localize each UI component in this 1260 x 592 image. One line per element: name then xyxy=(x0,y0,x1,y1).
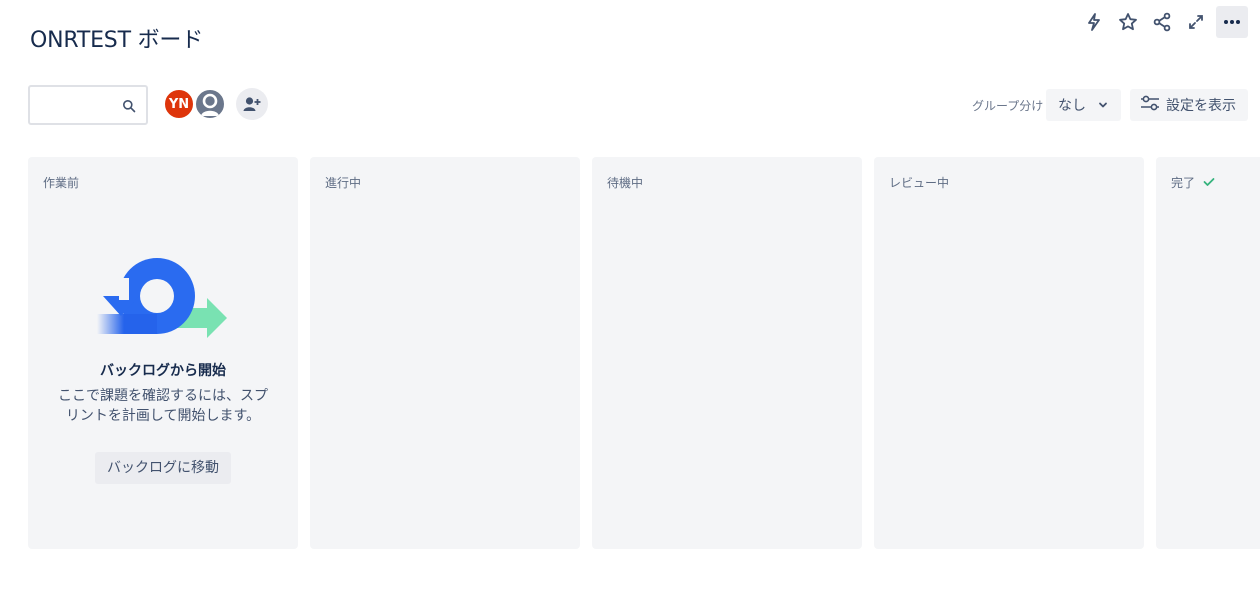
empty-state-title: バックログから開始 xyxy=(100,363,226,379)
automation-icon[interactable] xyxy=(1080,7,1108,37)
settings-sliders-icon xyxy=(1140,95,1160,115)
more-options-icon[interactable] xyxy=(1216,6,1248,38)
column-title: 完了 xyxy=(1171,176,1196,190)
go-to-backlog-button[interactable]: バックログに移動 xyxy=(95,452,231,484)
share-icon[interactable] xyxy=(1148,7,1176,37)
user-icon xyxy=(201,93,219,116)
avatar-unassigned[interactable] xyxy=(194,88,226,120)
view-settings-button[interactable]: 設定を表示 xyxy=(1130,89,1248,121)
search-icon xyxy=(122,98,136,117)
column-title: レビュー中 xyxy=(889,176,950,190)
column-title: 待機中 xyxy=(607,176,644,190)
fullscreen-icon[interactable] xyxy=(1182,7,1210,37)
search-input[interactable] xyxy=(28,85,148,125)
board-column-waiting: 待機中 xyxy=(592,157,862,549)
group-by-label: グループ分け xyxy=(972,99,1044,113)
group-by-select[interactable]: なし xyxy=(1046,89,1121,121)
backlog-cycle-icon xyxy=(97,258,227,338)
board-column-todo: 作業前 バックログから開始 ここで課題を確認するには、スプリントを計画して開始し… xyxy=(28,157,298,549)
chevron-down-icon xyxy=(1097,99,1109,115)
add-user-icon xyxy=(243,97,261,111)
column-title: 進行中 xyxy=(325,176,362,190)
header-actions xyxy=(1080,6,1248,38)
board-column-in-progress: 進行中 xyxy=(310,157,580,549)
view-settings-label: 設定を表示 xyxy=(1166,98,1236,114)
group-by-value: なし xyxy=(1058,98,1086,114)
column-title: 作業前 xyxy=(43,176,80,190)
board-column-review: レビュー中 xyxy=(874,157,1144,549)
empty-state-description: ここで課題を確認するには、スプリントを計画して開始します。 xyxy=(58,388,268,424)
board-column-done: 完了 xyxy=(1156,157,1260,549)
check-icon xyxy=(1203,176,1215,190)
page-title: ONRTEST ボード xyxy=(30,28,203,53)
star-icon[interactable] xyxy=(1114,7,1142,37)
column-title-wrap: 完了 xyxy=(1171,174,1215,191)
empty-state: バックログから開始 ここで課題を確認するには、スプリントを計画して開始します。 … xyxy=(28,252,298,484)
avatar-yn[interactable]: YN xyxy=(163,88,195,120)
add-people-button[interactable] xyxy=(236,88,268,120)
